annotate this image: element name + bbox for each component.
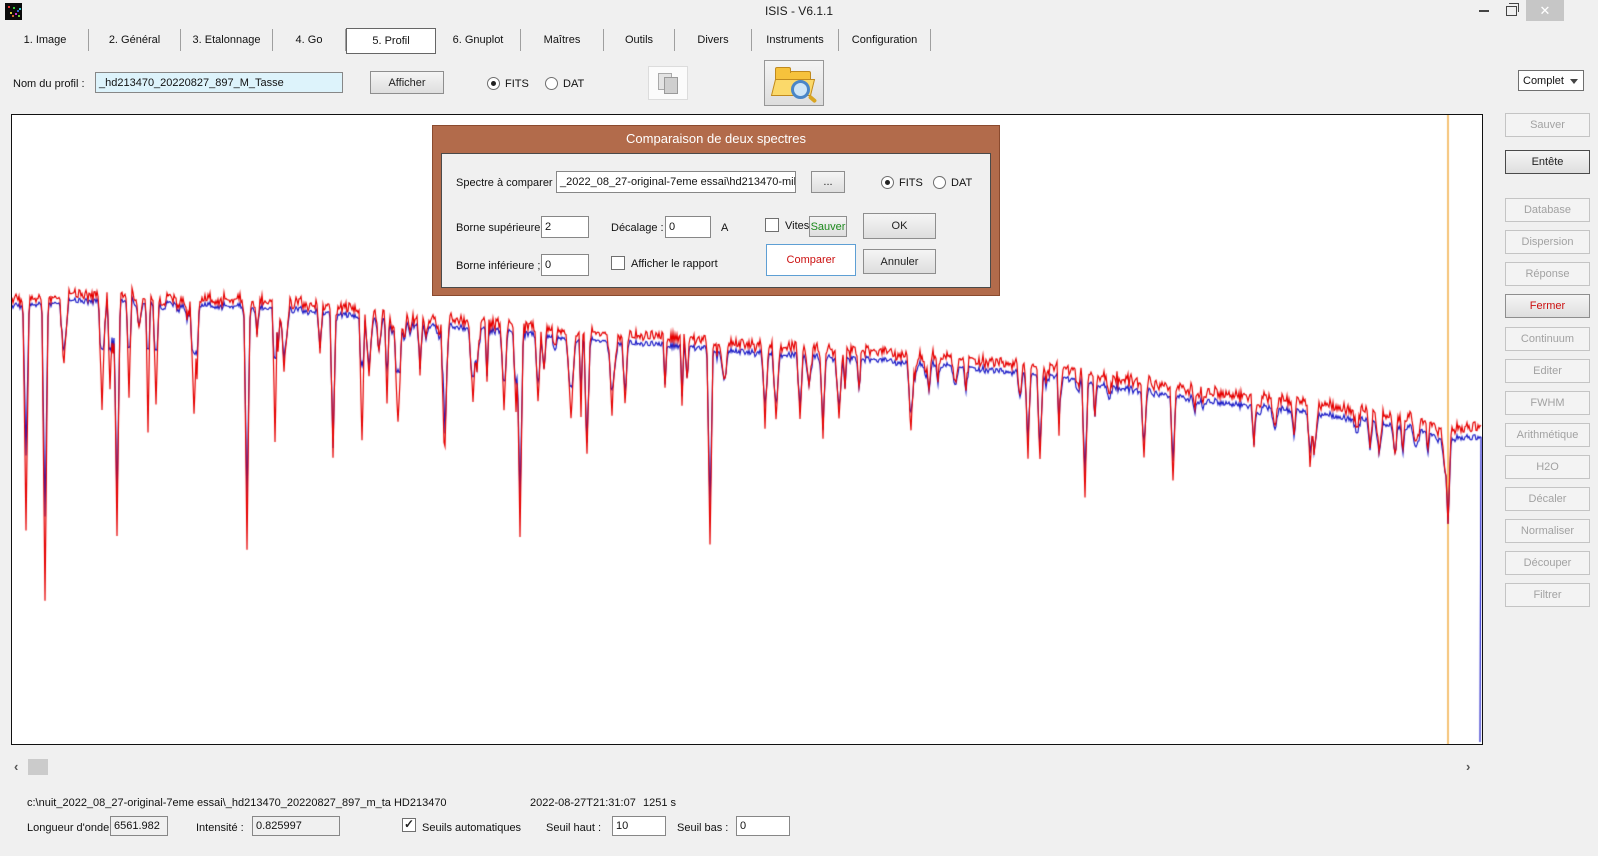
dat-radio-label[interactable]: DAT — [563, 78, 584, 90]
sidebar-button-ent-te[interactable]: Entête — [1505, 150, 1590, 174]
sidebar-button-filtrer: Filtrer — [1505, 583, 1590, 607]
file-path-text: c:\nuit_2022_08_27-original-7eme essai\_… — [27, 797, 447, 809]
rapport-label[interactable]: Afficher le rapport — [631, 258, 718, 270]
seuils-auto-label[interactable]: Seuils automatiques — [422, 822, 521, 834]
dialog-fits-label[interactable]: FITS — [899, 177, 923, 189]
chevron-down-icon — [1570, 79, 1578, 84]
close-button[interactable]: ✕ — [1526, 0, 1564, 21]
tab-instruments[interactable]: Instruments — [752, 29, 839, 51]
seuil-haut-label: Seuil haut : — [546, 822, 601, 834]
annuler-button[interactable]: Annuler — [863, 249, 936, 274]
sidebar-button-sauver: Sauver — [1505, 113, 1590, 137]
intensity-label: Intensité : — [196, 822, 244, 834]
dialog-dat-label[interactable]: DAT — [951, 177, 972, 189]
dialog-title: Comparaison de deux spectres — [433, 131, 999, 146]
exposure-text: 1251 s — [643, 797, 676, 809]
ok-button[interactable]: OK — [863, 213, 936, 239]
dialog-dat-radio[interactable] — [933, 176, 946, 189]
spectre-compare-input[interactable]: _2022_08_27-original-7eme essai\hd213470… — [556, 171, 796, 193]
rapport-checkbox[interactable] — [611, 256, 625, 270]
decalage-input[interactable]: 0 — [665, 216, 711, 238]
dialog-fits-radio[interactable] — [881, 176, 894, 189]
fits-radio[interactable] — [487, 77, 500, 90]
tab-divers[interactable]: Divers — [675, 29, 752, 51]
scroll-right-arrow-icon[interactable]: › — [1466, 759, 1470, 774]
sidebar-button-normaliser: Normaliser — [1505, 519, 1590, 543]
tab-2-g-n-ral[interactable]: 2. Général — [89, 29, 181, 51]
scroll-left-arrow-icon[interactable]: ‹ — [14, 759, 18, 774]
tab-outils[interactable]: Outils — [604, 29, 675, 51]
fits-radio-label[interactable]: FITS — [505, 78, 529, 90]
dialog-sauver-button[interactable]: Sauver — [809, 216, 847, 237]
window-title: ISIS - V6.1.1 — [0, 4, 1598, 18]
datetime-text: 2022-08-27T21:31:07 — [530, 797, 636, 809]
tab-4-go[interactable]: 4. Go — [273, 29, 346, 51]
tab-5-profil[interactable]: 5. Profil — [346, 28, 436, 54]
sidebar-button-fwhm: FWHM — [1505, 391, 1590, 415]
borne-inferieure-input[interactable]: 0 — [541, 254, 589, 276]
vitesse-checkbox[interactable] — [765, 218, 779, 232]
wavelength-label: Longueur d'onde : — [27, 822, 115, 834]
sidebar-button-arithm-tique: Arithmétique — [1505, 423, 1590, 447]
tab-1-image[interactable]: 1. Image — [2, 29, 89, 51]
copy-icon — [664, 77, 678, 94]
sidebar-button-database: Database — [1505, 198, 1590, 222]
borne-inferieure-label: Borne inférieure ; — [456, 260, 540, 272]
isis-window: ISIS - V6.1.1 ✕ 1. Image2. Général3. Eta… — [0, 0, 1598, 856]
tab-6-gnuplot[interactable]: 6. Gnuplot — [436, 29, 521, 51]
angstrom-label: A — [721, 222, 728, 234]
restore-button[interactable] — [1499, 0, 1523, 21]
tab-configuration[interactable]: Configuration — [839, 29, 931, 51]
tab-3-etalonnage[interactable]: 3. Etalonnage — [181, 29, 273, 51]
seuil-haut-input[interactable]: 10 — [612, 816, 666, 836]
magnifier-icon — [791, 80, 810, 99]
minimize-button[interactable] — [1472, 0, 1496, 21]
comparer-button[interactable]: Comparer — [766, 244, 856, 276]
spectre-compare-label: Spectre à comparer : — [456, 177, 559, 189]
sidebar-button-h2o: H2O — [1505, 455, 1590, 479]
copy-button[interactable] — [648, 66, 688, 100]
seuil-bas-input[interactable]: 0 — [736, 816, 790, 836]
wavelength-value: 6561.982 — [110, 816, 168, 836]
sidebar-button-d-couper: Découper — [1505, 551, 1590, 575]
afficher-button[interactable]: Afficher — [370, 71, 444, 94]
scrollbar-thumb[interactable] — [28, 759, 48, 775]
borne-superieure-input[interactable]: 2 — [541, 216, 589, 238]
view-mode-combobox[interactable]: Complet — [1518, 70, 1584, 91]
tab-bar: 1. Image2. Général3. Etalonnage4. Go5. P… — [2, 29, 931, 53]
sidebar-button-continuum: Continuum — [1505, 327, 1590, 351]
compare-spectra-dialog: Comparaison de deux spectres Spectre à c… — [432, 125, 1000, 296]
view-mode-value: Complet — [1523, 75, 1564, 87]
title-bar: ISIS - V6.1.1 ✕ — [0, 0, 1598, 24]
sidebar-button-d-caler: Décaler — [1505, 487, 1590, 511]
intensity-value: 0.825997 — [252, 816, 340, 836]
sidebar-button-editer: Editer — [1505, 359, 1590, 383]
profile-name-input[interactable]: _hd213470_20220827_897_M_Tasse — [95, 72, 343, 93]
seuils-auto-checkbox[interactable] — [402, 818, 416, 832]
sidebar-button-r-ponse: Réponse — [1505, 262, 1590, 286]
sidebar-button-fermer[interactable]: Fermer — [1505, 294, 1590, 318]
dat-radio[interactable] — [545, 77, 558, 90]
tab-ma-tres[interactable]: Maîtres — [521, 29, 604, 51]
browse-button[interactable]: ... — [811, 171, 845, 193]
magnifier-icon — [808, 95, 817, 104]
decalage-label: Décalage : — [611, 222, 664, 234]
profile-name-label: Nom du profil : — [13, 78, 85, 90]
borne-superieure-label: Borne supérieure ; — [456, 222, 547, 234]
sidebar-button-dispersion: Dispersion — [1505, 230, 1590, 254]
seuil-bas-label: Seuil bas : — [677, 822, 728, 834]
open-file-button[interactable] — [764, 60, 824, 106]
